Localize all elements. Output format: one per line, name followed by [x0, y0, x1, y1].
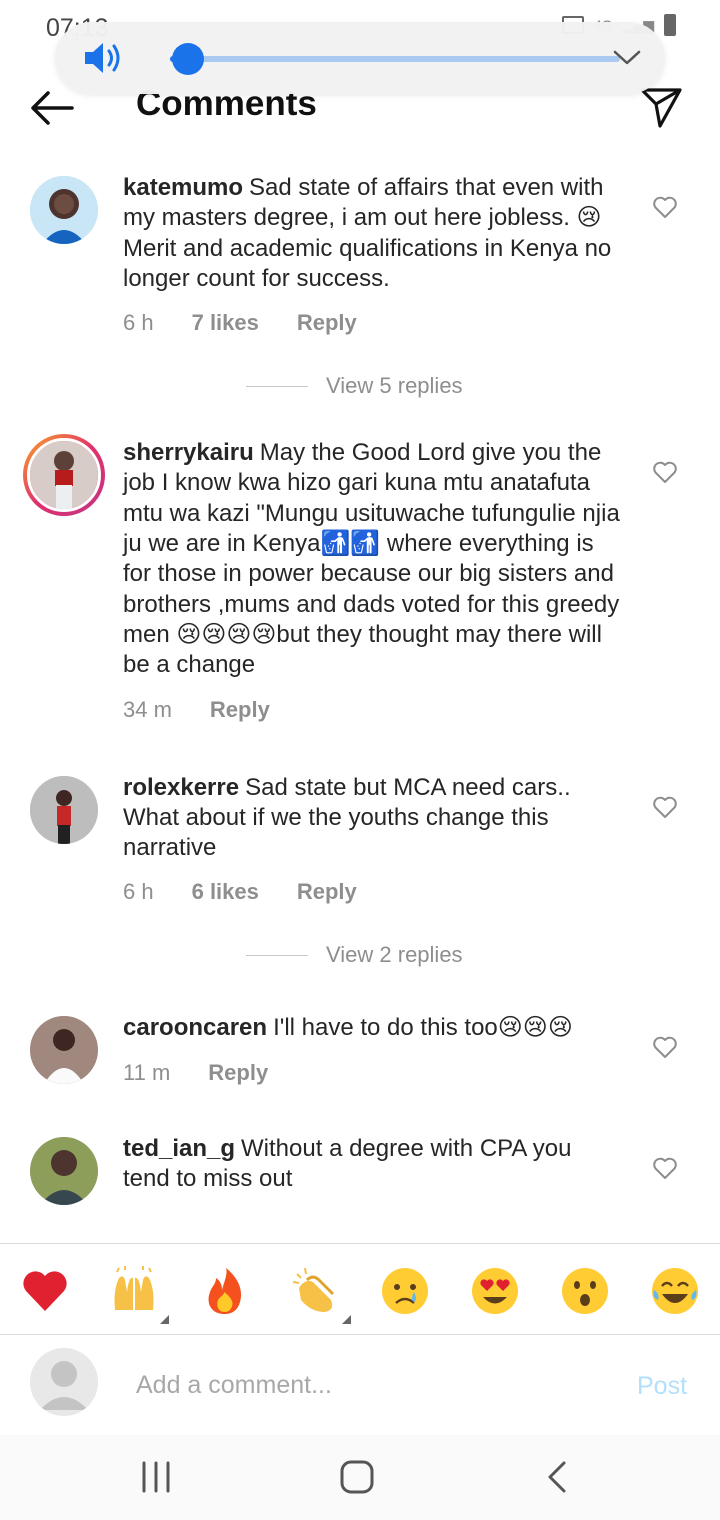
- clapping-hands-icon: [292, 1267, 335, 1312]
- surprised-face-icon: [562, 1268, 608, 1314]
- heart-icon[interactable]: [652, 195, 678, 219]
- avatar-image: [30, 775, 98, 844]
- avatar[interactable]: [23, 434, 105, 517]
- system-nav-bar: [0, 1435, 720, 1520]
- tears-of-joy-icon: [652, 1268, 698, 1314]
- divider: [246, 385, 308, 387]
- comment-username[interactable]: carooncaren: [123, 1014, 267, 1041]
- reply-button[interactable]: Reply: [297, 310, 357, 336]
- heart-icon[interactable]: [652, 1156, 678, 1180]
- avatar-image: [30, 1136, 98, 1205]
- avatar-image: [30, 1016, 98, 1085]
- red-heart-icon: [23, 1271, 67, 1311]
- comment-username[interactable]: katemumo: [123, 174, 243, 201]
- avatar[interactable]: [30, 775, 98, 844]
- reply-button[interactable]: Reply: [210, 697, 270, 723]
- avatar[interactable]: [30, 1136, 98, 1205]
- comment-item: sherrykairu May the Good Lord give you th…: [0, 406, 720, 722]
- comment-input[interactable]: [136, 1365, 606, 1405]
- heart-eyes-emoji-button[interactable]: [470, 1266, 520, 1316]
- back-arrow-icon: [31, 91, 74, 125]
- comment-text: katemumo Sad state of affairs that even w…: [123, 173, 620, 294]
- volume-panel: [55, 22, 665, 94]
- back-icon[interactable]: [538, 1457, 578, 1497]
- view-replies-button[interactable]: View 2 replies: [246, 935, 620, 975]
- comment-body: I'll have to do this too😢😢😢: [273, 1014, 573, 1042]
- comment-meta: 11 m Reply: [123, 1060, 620, 1086]
- comment-meta: 34 m Reply: [123, 697, 620, 723]
- chevron-down-icon[interactable]: [613, 46, 641, 68]
- comment-username[interactable]: sherrykairu: [123, 439, 254, 466]
- heart-emoji-button[interactable]: [20, 1266, 70, 1316]
- heart-icon[interactable]: [652, 1035, 678, 1059]
- volume-thumb[interactable]: [172, 43, 204, 75]
- comment-body: May the Good Lord give you the job I kno…: [123, 439, 620, 679]
- heart-icon[interactable]: [652, 795, 678, 819]
- recent-apps-icon[interactable]: [136, 1457, 176, 1497]
- surprised-emoji-button[interactable]: [560, 1266, 610, 1316]
- crying-emoji-button[interactable]: [380, 1266, 430, 1316]
- divider: [246, 954, 308, 956]
- comment-text: sherrykairu May the Good Lord give you th…: [123, 438, 620, 680]
- share-button[interactable]: [638, 84, 684, 130]
- home-icon[interactable]: [337, 1457, 377, 1497]
- comment-meta: 6 h 6 likes Reply: [123, 879, 620, 905]
- post-button[interactable]: Post: [637, 1372, 687, 1401]
- comment-composer: Post: [0, 1335, 720, 1435]
- comment-time: 6 h: [123, 310, 154, 336]
- comment-time: 11 m: [123, 1059, 171, 1085]
- fire-icon: [208, 1268, 242, 1314]
- raising-hands-icon: [114, 1266, 154, 1310]
- avatar-image: [30, 176, 98, 244]
- send-icon: [640, 88, 682, 128]
- comment-meta: 6 h 7 likes Reply: [123, 310, 620, 336]
- volume-slider[interactable]: [170, 43, 620, 75]
- avatar[interactable]: [30, 176, 98, 244]
- comment-text: carooncaren I'll have to do this too😢😢😢: [123, 1013, 620, 1043]
- comment-time: 34 m: [123, 696, 172, 722]
- avatar: [30, 1348, 98, 1416]
- battery-icon: [664, 14, 676, 36]
- comments-list: katemumo Sad state of affairs that even w…: [0, 155, 720, 1243]
- default-avatar-icon: [30, 1348, 98, 1416]
- comment-text: ted_ian_g Without a degree with CPA you t…: [123, 1134, 620, 1195]
- comment-likes[interactable]: 7 likes: [192, 310, 259, 336]
- comment-item: carooncaren I'll have to do this too😢😢😢 1…: [0, 975, 720, 1085]
- view-replies-label: View 5 replies: [326, 373, 463, 399]
- comment-username[interactable]: rolexkerre: [123, 774, 239, 801]
- variant-indicator: [160, 1315, 169, 1324]
- comment-item: rolexkerre Sad state but MCA need cars.. …: [0, 723, 720, 976]
- comment-time: 6 h: [123, 879, 154, 905]
- heart-eyes-icon: [472, 1268, 518, 1314]
- raising-hands-emoji-button[interactable]: [109, 1266, 169, 1324]
- avatar[interactable]: [30, 1016, 98, 1085]
- variant-indicator: [342, 1315, 351, 1324]
- laughing-emoji-button[interactable]: [650, 1266, 700, 1316]
- avatar-image: [30, 441, 98, 510]
- fire-emoji-button[interactable]: [200, 1266, 250, 1316]
- comment-item: ted_ian_g Without a degree with CPA you t…: [0, 1086, 720, 1205]
- comment-username[interactable]: ted_ian_g: [123, 1135, 235, 1162]
- reply-button[interactable]: Reply: [208, 1060, 268, 1086]
- heart-icon[interactable]: [652, 460, 678, 484]
- view-replies-label: View 2 replies: [326, 942, 463, 968]
- view-replies-button[interactable]: View 5 replies: [246, 366, 620, 406]
- comment-likes[interactable]: 6 likes: [192, 879, 259, 905]
- crying-face-icon: [382, 1268, 428, 1314]
- comment-text: rolexkerre Sad state but MCA need cars.. …: [123, 773, 620, 864]
- reply-button[interactable]: Reply: [297, 879, 357, 905]
- speaker-icon[interactable]: [83, 40, 123, 76]
- back-button[interactable]: [28, 86, 76, 130]
- clapping-emoji-button[interactable]: [291, 1266, 351, 1324]
- emoji-reaction-bar: [0, 1243, 720, 1335]
- comment-item: katemumo Sad state of affairs that even w…: [0, 155, 720, 406]
